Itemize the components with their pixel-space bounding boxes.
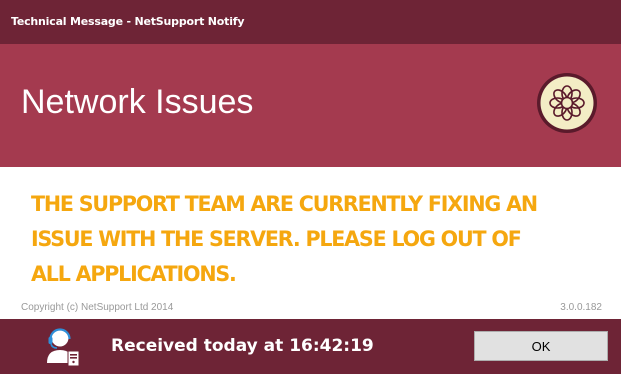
received-timestamp: Received today at 16:42:19 [111, 336, 374, 356]
notify-window: Technical Message - NetSupport Notify Ne… [0, 0, 621, 374]
message-line: ISSUE WITH THE SERVER. PLEASE LOG OUT OF [31, 227, 522, 251]
message-title: Network Issues [21, 83, 254, 121]
footer-bar: Received today at 16:42:19 OK [0, 319, 621, 374]
message-body: THE SUPPORT TEAM ARE CURRENTLY FIXING AN… [31, 187, 580, 292]
ok-button[interactable]: OK [474, 331, 608, 361]
version-text: 3.0.0.182 [560, 302, 602, 313]
message-header: Network Issues [0, 44, 621, 167]
message-line: THE SUPPORT TEAM ARE CURRENTLY FIXING AN [31, 192, 538, 216]
flower-logo-icon [537, 73, 597, 133]
message-line: ALL APPLICATIONS. [31, 262, 237, 286]
window-title: Technical Message - NetSupport Notify [11, 15, 245, 28]
copyright-text: Copyright (c) NetSupport Ltd 2014 [21, 302, 174, 313]
title-bar[interactable]: Technical Message - NetSupport Notify [0, 0, 621, 44]
support-agent-icon [47, 328, 80, 367]
